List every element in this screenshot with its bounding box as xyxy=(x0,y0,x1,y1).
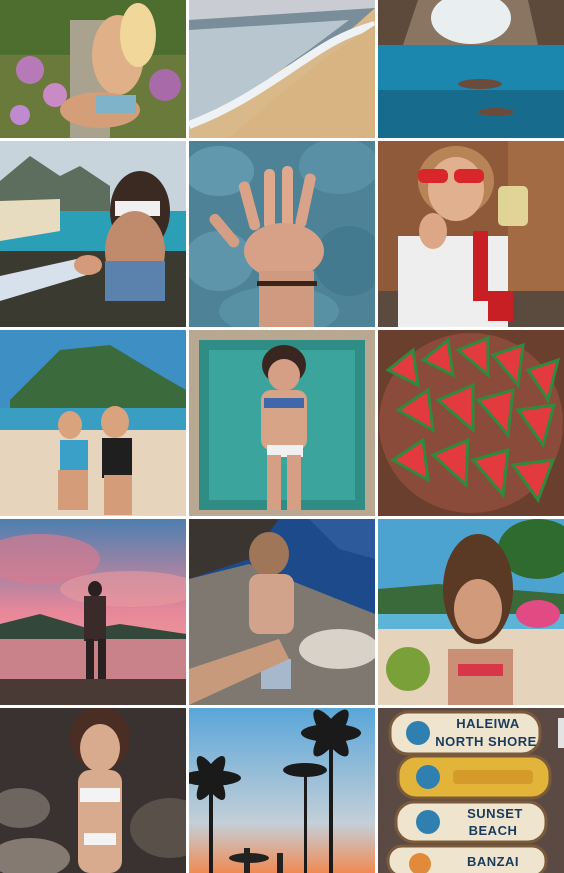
photo-tile-beach-shore[interactable] xyxy=(189,0,375,138)
photo-tile-signpost[interactable]: HALEIWA NORTH SHORE SUNSET BEACH BANZAI xyxy=(378,708,564,873)
photo-garden-bikini xyxy=(0,0,186,138)
sign-3-line-1: SUNSET xyxy=(467,806,523,821)
photo-grid: HALEIWA NORTH SHORE SUNSET BEACH BANZAI xyxy=(0,0,564,873)
photo-beach-shore xyxy=(189,0,375,138)
photo-crochet-bikini xyxy=(0,708,186,873)
photo-tile-palms-sunset[interactable] xyxy=(189,708,375,873)
photo-red-sunglasses xyxy=(378,141,564,327)
photo-rocky-hand xyxy=(189,519,375,705)
photo-signpost: HALEIWA NORTH SHORE SUNSET BEACH BANZAI xyxy=(378,708,564,873)
photo-watermelon xyxy=(378,330,564,516)
photo-tile-rocky-hand[interactable] xyxy=(189,519,375,705)
photo-tile-coastal-hand[interactable] xyxy=(0,141,186,327)
photo-tile-cave-swimmers[interactable] xyxy=(378,0,564,138)
photo-coastal-hand xyxy=(0,141,186,327)
sign-1-line-2: NORTH SHORE xyxy=(435,734,537,749)
photo-tile-friends-beach[interactable] xyxy=(0,330,186,516)
photo-tile-crochet-bikini[interactable] xyxy=(0,708,186,873)
sign-4-line-1: BANZAI xyxy=(467,854,519,869)
photo-tile-sunbathing-towel[interactable] xyxy=(189,330,375,516)
photo-palms-sunset xyxy=(189,708,375,873)
photo-tile-sunset-couple[interactable] xyxy=(0,519,186,705)
sign-3-line-2: BEACH xyxy=(469,823,518,838)
photo-tile-coconut-drink[interactable] xyxy=(378,519,564,705)
photo-tile-red-sunglasses[interactable] xyxy=(378,141,564,327)
photo-sunset-couple xyxy=(0,519,186,705)
photo-sunbathing-towel xyxy=(189,330,375,516)
photo-tile-garden-bikini[interactable] xyxy=(0,0,186,138)
photo-tile-hand-rocks[interactable] xyxy=(189,141,375,327)
sign-1-line-1: HALEIWA xyxy=(456,716,520,731)
photo-friends-beach xyxy=(0,330,186,516)
photo-cave-swimmers xyxy=(378,0,564,138)
photo-hand-rocks xyxy=(189,141,375,327)
photo-tile-watermelon[interactable] xyxy=(378,330,564,516)
photo-coconut-drink xyxy=(378,519,564,705)
